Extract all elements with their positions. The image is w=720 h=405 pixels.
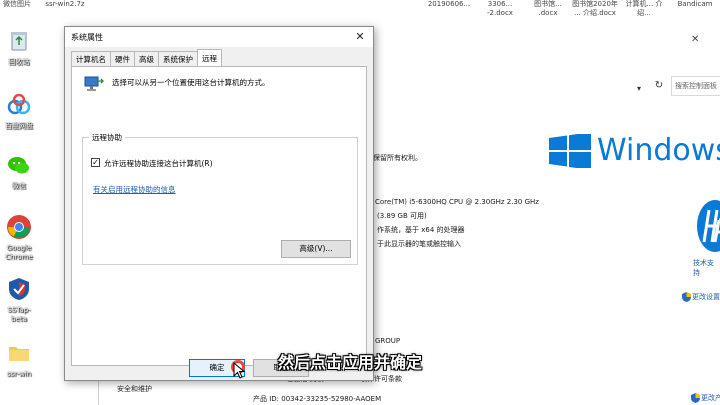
tab-bar: 计算机名 硬件 高级 系统保护 远程 bbox=[71, 49, 222, 67]
desktop-icon-label: Google Chrome bbox=[5, 244, 33, 261]
desktop-icon-label: 百度网盘 bbox=[5, 122, 33, 130]
tab-computer-name[interactable]: 计算机名 bbox=[71, 51, 111, 66]
desktop-icon-baidu-netdisk[interactable]: 百度网盘 bbox=[0, 92, 38, 131]
processor-value: Core(TM) i5-6300HQ CPU @ 2.30GHz 2.30 GH… bbox=[375, 198, 539, 206]
desktop-file-label[interactable]: 20190606... bbox=[424, 0, 474, 9]
pen-touch-value: 于此显示器的笔或触控输入 bbox=[377, 240, 461, 248]
system-type-value: 作系统，基于 x64 的处理器 bbox=[377, 226, 465, 234]
remote-computer-icon bbox=[84, 76, 104, 91]
desktop-icon-wechat[interactable]: 微信 bbox=[0, 152, 38, 191]
windows-wordmark: Windows bbox=[597, 133, 720, 168]
chevron-down-icon[interactable]: ▾ bbox=[637, 84, 641, 93]
desktop-file-label[interactable]: 图书馆2020年 ... 介绍.docx bbox=[570, 0, 620, 18]
desktop-icon-label: ssr-win bbox=[6, 370, 32, 378]
wechat-icon bbox=[8, 157, 29, 174]
desktop-file-label[interactable]: 3306... -2.docx bbox=[480, 0, 520, 18]
refresh-icon[interactable]: ↻ bbox=[651, 78, 667, 94]
mouse-cursor-icon bbox=[233, 362, 246, 379]
recycle-bin-icon bbox=[11, 32, 27, 51]
system-properties-dialog: 系统属性 ✕ 计算机名 硬件 高级 系统保护 远程 选择可以从另一个位置使用这台… bbox=[64, 26, 374, 381]
workgroup-value: GROUP bbox=[375, 337, 401, 345]
desktop-file-label[interactable]: Bandicam bbox=[672, 0, 718, 9]
tab-advanced[interactable]: 高级 bbox=[134, 51, 159, 66]
copyright-text: 保留所有权利。 bbox=[373, 154, 422, 162]
tab-hardware[interactable]: 硬件 bbox=[110, 51, 135, 66]
tab-remote[interactable]: 远程 bbox=[197, 49, 222, 66]
remote-tab-panel: 选择可以从另一个位置使用这台计算机的方式。 远程协助 ✓ 允许远程协助连接这台计… bbox=[71, 66, 367, 366]
allow-remote-assistance-checkbox[interactable]: ✓ bbox=[91, 158, 100, 167]
desktop-file-label[interactable]: 图书馆... .docx bbox=[528, 0, 568, 18]
search-input[interactable]: 搜索控制面板 bbox=[671, 76, 720, 96]
shield-icon bbox=[691, 393, 700, 403]
remote-description: 选择可以从另一个位置使用这台计算机的方式。 bbox=[112, 78, 270, 87]
folder-icon bbox=[9, 347, 29, 361]
desktop-icon-label: SSTap-beta bbox=[7, 306, 31, 323]
product-id-value: 产品 ID: 00342-33235-52980-AAOEM bbox=[253, 395, 382, 403]
change-settings-link[interactable]: 更改设置 bbox=[692, 293, 720, 302]
allow-remote-assistance-label[interactable]: 允许远程协助连接这台计算机(R) bbox=[104, 158, 213, 169]
desktop-icon-column: 回收站 百度网盘 微信 Google Chrome SSTap-beta ssr… bbox=[0, 0, 40, 405]
security-maintenance-link[interactable]: 安全和维护 bbox=[117, 385, 152, 394]
shield-icon bbox=[9, 278, 29, 300]
desktop-icon-label: 微信 bbox=[12, 182, 26, 190]
tab-system-protection[interactable]: 系统保护 bbox=[158, 51, 198, 66]
cloud-icon bbox=[7, 93, 31, 115]
desktop-icon-recycle-bin[interactable]: 回收站 bbox=[0, 28, 38, 67]
video-subtitle: 然后点击应用并确定 bbox=[278, 353, 423, 372]
ram-value: (3.89 GB 可用) bbox=[377, 212, 427, 220]
close-icon[interactable]: ✕ bbox=[691, 34, 699, 45]
chrome-icon bbox=[7, 215, 31, 239]
hp-logo-icon bbox=[697, 200, 720, 252]
shield-icon bbox=[682, 292, 691, 302]
dialog-titlebar[interactable]: 系统属性 ✕ bbox=[65, 27, 373, 47]
close-icon[interactable]: ✕ bbox=[353, 30, 367, 44]
desktop-icon-ssr-win[interactable]: ssr-win bbox=[0, 340, 38, 379]
remote-assistance-group: 远程协助 ✓ 允许远程协助连接这台计算机(R) 有关启用远程协助的信息 高级(V… bbox=[82, 132, 358, 265]
change-product-key-link[interactable]: 更改产品 bbox=[701, 394, 720, 403]
group-title: 远程协助 bbox=[89, 132, 125, 143]
desktop-icon-label: 回收站 bbox=[8, 58, 30, 66]
desktop-icon-sstap[interactable]: SSTap-beta bbox=[0, 276, 38, 324]
windows-logo-icon bbox=[549, 134, 591, 168]
desktop-file-label[interactable]: ssr-win2.7z bbox=[40, 0, 90, 9]
remote-assistance-help-link[interactable]: 有关启用远程协助的信息 bbox=[93, 184, 176, 195]
desktop-file-label[interactable]: 计算机... 介绍... bbox=[622, 0, 666, 18]
dialog-title: 系统属性 bbox=[71, 33, 103, 42]
desktop-icon-chrome[interactable]: Google Chrome bbox=[0, 214, 38, 262]
hp-support-link[interactable]: 技术支持 bbox=[693, 258, 720, 278]
advanced-button[interactable]: 高级(V)... bbox=[281, 240, 351, 258]
